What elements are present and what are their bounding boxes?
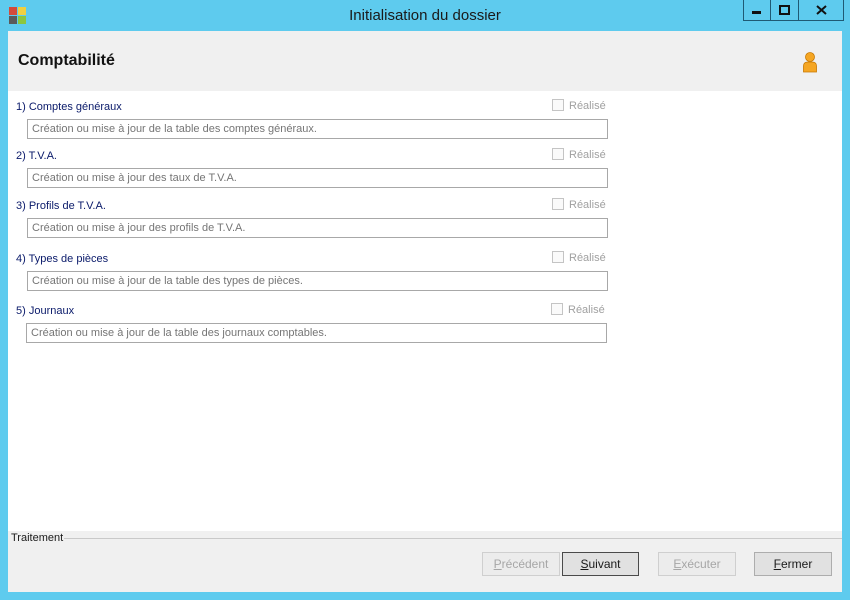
title-bar[interactable]: Initialisation du dossier	[0, 0, 850, 31]
step-label-profils-tva: 3) Profils de T.V.A.	[16, 200, 106, 212]
user-icon[interactable]	[801, 51, 819, 73]
realise-label: Réalisé	[568, 304, 605, 316]
realise-checkbox-journaux[interactable]	[551, 303, 563, 315]
precedent-mnemonic: P	[493, 557, 502, 571]
maximize-button[interactable]	[770, 0, 799, 21]
suivant-button[interactable]: Suivant	[562, 552, 639, 576]
minimize-button[interactable]	[743, 0, 771, 21]
step-label-comptes-generaux: 1) Comptes généraux	[16, 101, 122, 113]
maximize-icon	[779, 5, 790, 15]
close-icon	[815, 5, 827, 15]
traitement-group-label: Traitement	[11, 532, 64, 544]
page-title: Comptabilité	[18, 52, 115, 69]
window-title: Initialisation du dossier	[349, 7, 501, 24]
realise-label: Réalisé	[569, 199, 606, 211]
close-button[interactable]	[798, 0, 844, 21]
step-label-types-de-pieces: 4) Types de pièces	[16, 253, 109, 265]
fermer-label: ermer	[781, 557, 813, 571]
minimize-icon	[752, 11, 761, 14]
realise-label: Réalisé	[569, 100, 606, 112]
description-field-types-de-pieces[interactable]	[27, 271, 608, 291]
precedent-label: récédent	[501, 557, 549, 571]
executer-label: xécuter	[681, 557, 721, 571]
client-area: Comptabilité 1) Comptes généraux Réalisé…	[8, 31, 842, 592]
description-field-tva[interactable]	[27, 168, 608, 188]
step-label-journaux: 5) Journaux	[16, 305, 75, 317]
description-field-comptes-generaux[interactable]	[27, 119, 608, 139]
description-field-journaux[interactable]	[26, 323, 607, 343]
app-window: Initialisation du dossier Comptabilité 1…	[0, 0, 850, 600]
fermer-button[interactable]: Fermer	[754, 552, 832, 576]
realise-label: Réalisé	[569, 252, 606, 264]
realise-checkbox-types-de-pieces[interactable]	[552, 251, 564, 263]
suivant-label: uivant	[588, 557, 621, 571]
section-header: Comptabilité	[8, 31, 842, 91]
realise-checkbox-tva[interactable]	[552, 148, 564, 160]
description-field-profils-tva[interactable]	[27, 218, 608, 238]
precedent-button[interactable]: Précédent	[482, 552, 560, 576]
realise-checkbox-comptes-generaux[interactable]	[552, 99, 564, 111]
step-label-tva: 2) T.V.A.	[16, 150, 57, 162]
footer-panel: Traitement Précédent Suivant Exécuter Fe…	[8, 531, 842, 592]
realise-label: Réalisé	[569, 149, 606, 161]
fermer-mnemonic: F	[773, 557, 781, 571]
realise-checkbox-profils-tva[interactable]	[552, 198, 564, 210]
group-divider	[64, 538, 842, 539]
executer-button[interactable]: Exécuter	[658, 552, 736, 576]
